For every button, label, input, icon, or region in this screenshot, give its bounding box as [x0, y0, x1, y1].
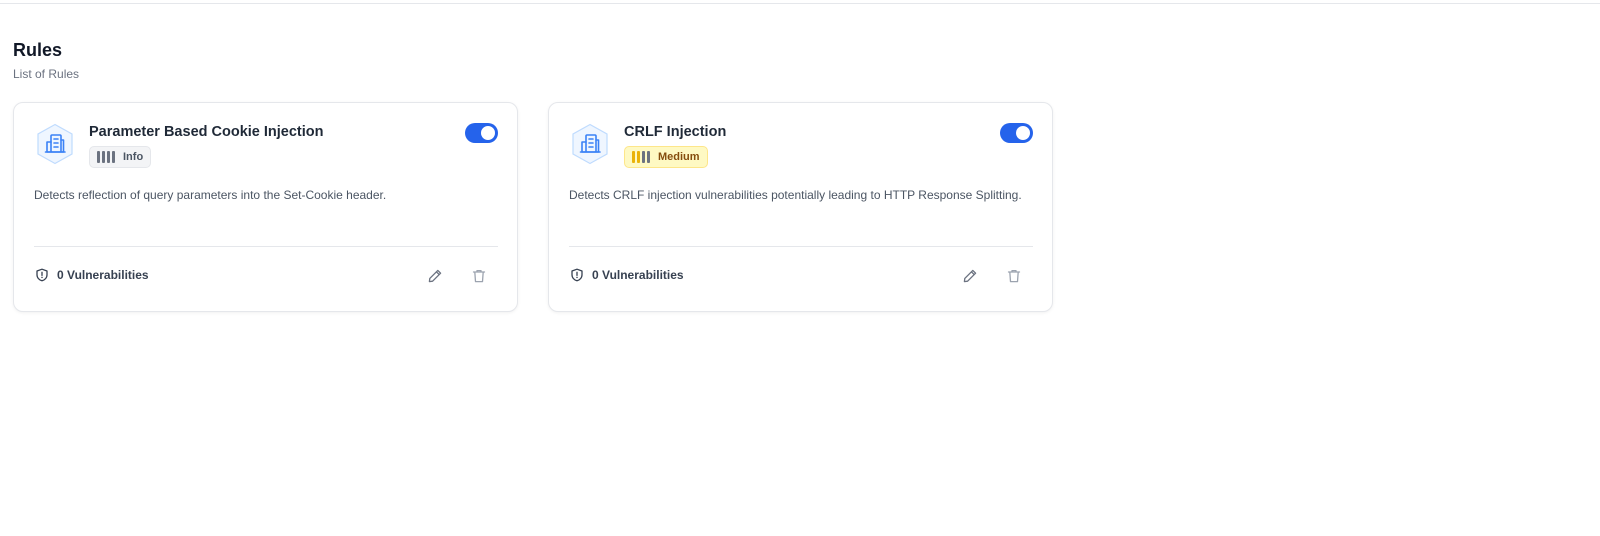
rules-list: Parameter Based Cookie Injection Info De… — [13, 102, 1053, 312]
rule-card: CRLF Injection Medium Detects CRLF injec… — [548, 102, 1053, 312]
page-title: Rules — [13, 40, 63, 60]
severity-badge: Medium — [624, 146, 708, 168]
top-divider — [0, 3, 1600, 4]
vulnerability-count: 0 Vulnerabilities — [570, 267, 684, 283]
edit-rule-button[interactable] — [959, 265, 981, 287]
severity-label: Info — [123, 151, 144, 163]
pencil-icon — [963, 269, 977, 283]
rule-card: Parameter Based Cookie Injection Info De… — [13, 102, 518, 312]
edit-rule-button[interactable] — [424, 265, 446, 287]
toggle-knob — [481, 126, 495, 140]
vulnerability-count-label: 0 Vulnerabilities — [57, 268, 149, 282]
trash-icon — [1007, 269, 1021, 283]
shield-alert-icon — [571, 268, 583, 282]
rule-description: Detects CRLF injection vulnerabilities p… — [569, 188, 1022, 202]
severity-badge: Info — [89, 146, 152, 168]
rule-enabled-toggle[interactable] — [465, 123, 498, 143]
delete-rule-button[interactable] — [468, 265, 490, 287]
rule-name: Parameter Based Cookie Injection — [89, 124, 324, 140]
shield-alert-icon — [36, 268, 48, 282]
rule-enabled-toggle[interactable] — [1000, 123, 1033, 143]
building-icon — [569, 123, 611, 165]
pencil-icon — [428, 269, 442, 283]
card-divider — [34, 246, 498, 247]
severity-label: Medium — [658, 151, 700, 163]
severity-bars-icon — [632, 151, 650, 163]
delete-rule-button[interactable] — [1003, 265, 1025, 287]
rule-name: CRLF Injection — [624, 124, 727, 140]
building-icon — [34, 123, 76, 165]
trash-icon — [472, 269, 486, 283]
page-subtitle: List of Rules — [13, 67, 80, 81]
toggle-knob — [1016, 126, 1030, 140]
card-divider — [569, 246, 1033, 247]
vulnerability-count-label: 0 Vulnerabilities — [592, 268, 684, 282]
page-header: Rules List of Rules — [13, 38, 79, 82]
vulnerability-count: 0 Vulnerabilities — [35, 267, 149, 283]
severity-bars-icon — [97, 151, 115, 163]
rule-description: Detects reflection of query parameters i… — [34, 188, 387, 202]
